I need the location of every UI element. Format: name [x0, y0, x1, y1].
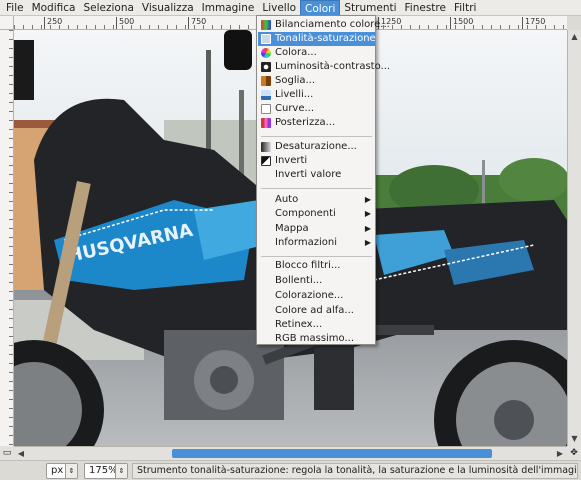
menu-item-componenti[interactable]: Componenti ▶ — [258, 207, 375, 221]
chevron-updown-icon[interactable]: ⇕ — [65, 464, 77, 478]
menu-finestre[interactable]: Finestre — [401, 0, 450, 16]
menu-item-luminosita-contrasto[interactable]: Luminosità-contrasto... — [258, 60, 390, 74]
menu-item-informazioni[interactable]: Informazioni ▶ — [258, 236, 375, 250]
submenu-arrow-icon: ▶ — [364, 238, 371, 247]
curves-icon — [261, 104, 271, 114]
vertical-scrollbar[interactable]: ▲ ▼ — [567, 30, 581, 446]
desaturate-icon — [261, 142, 271, 152]
menu-item-label: Componenti — [275, 208, 336, 219]
menu-item-soglia[interactable]: Soglia... — [258, 74, 375, 88]
menu-item-label: Posterizza... — [275, 117, 336, 128]
menu-item-desaturazione[interactable]: Desaturazione... — [258, 140, 375, 154]
menu-item-label: Mappa — [275, 223, 309, 234]
brightness-contrast-icon — [261, 62, 271, 72]
menu-item-inverti-valore[interactable]: Inverti valore — [258, 168, 375, 182]
menu-file[interactable]: File — [2, 0, 28, 16]
menu-item-label: Desaturazione... — [275, 141, 357, 152]
submenu-arrow-icon: ▶ — [364, 224, 371, 233]
posterize-icon — [261, 118, 271, 128]
zoom-value: 175% — [89, 465, 118, 476]
menu-item-label: Soglia... — [275, 75, 316, 86]
menu-seleziona[interactable]: Seleziona — [79, 0, 137, 16]
ruler-corner[interactable] — [0, 16, 14, 30]
menu-item-label: Colore ad alfa... — [275, 305, 354, 316]
menu-separator — [261, 256, 372, 257]
statusbar: px ⇕ 175% ⇕ Strumento tonalità-saturazio… — [0, 460, 581, 480]
menu-item-retinex[interactable]: Retinex... — [258, 318, 375, 332]
menu-item-label: RGB massimo... — [275, 333, 355, 344]
menu-strumenti[interactable]: Strumenti — [340, 0, 400, 16]
menu-filtri[interactable]: Filtri — [450, 0, 480, 16]
invert-icon — [261, 156, 271, 166]
menu-colori[interactable]: Colori — [300, 0, 341, 16]
menu-item-label: Colorazione... — [275, 290, 344, 301]
submenu-arrow-icon: ▶ — [364, 195, 371, 204]
menu-item-label: Inverti valore — [275, 169, 342, 180]
colorize-icon — [261, 48, 271, 58]
menu-item-label: Auto — [275, 194, 299, 205]
menu-item-label: Colora... — [275, 47, 317, 58]
menu-item-label: Bilanciamento colore... — [275, 19, 390, 30]
menu-visualizza[interactable]: Visualizza — [138, 0, 198, 16]
menu-item-label: Retinex... — [275, 319, 323, 330]
menu-item-mappa[interactable]: Mappa ▶ — [258, 222, 375, 236]
menu-separator — [261, 188, 372, 189]
menu-item-label: Bollenti... — [275, 275, 323, 286]
menu-livello[interactable]: Livello — [258, 0, 300, 16]
unit-value: px — [51, 465, 64, 476]
status-message: Strumento tonalità-saturazione: regola l… — [132, 463, 578, 479]
horizontal-scroll-thumb[interactable] — [172, 449, 492, 458]
colors-menu: Bilanciamento colore... Tonalità-saturaz… — [256, 15, 390, 346]
menu-item-label: Informazioni — [275, 237, 337, 248]
menu-item-posterizza[interactable]: Posterizza... — [258, 116, 375, 130]
menu-immagine[interactable]: Immagine — [198, 0, 259, 16]
menu-item-label: Curve... — [275, 103, 315, 114]
horizontal-scrollbar[interactable]: ◀ ▶ — [14, 446, 567, 460]
menu-item-label: Tonalità-saturazione — [275, 33, 376, 44]
menu-item-tonalita-saturazione[interactable]: Tonalità-saturazione — [258, 32, 376, 46]
scroll-up-icon[interactable]: ▲ — [568, 30, 581, 44]
menu-item-colora[interactable]: Colora... — [258, 46, 375, 60]
menu-item-auto[interactable]: Auto ▶ — [258, 193, 375, 207]
scroll-left-icon[interactable]: ◀ — [14, 447, 28, 460]
submenu-arrow-icon: ▶ — [364, 209, 371, 218]
scroll-right-icon[interactable]: ▶ — [553, 447, 567, 460]
ruler-ticks — [9, 30, 13, 446]
threshold-icon — [261, 76, 271, 86]
vertical-ruler[interactable] — [0, 30, 14, 446]
menu-item-label: Inverti — [275, 155, 308, 166]
menu-item-curve[interactable]: Curve... — [258, 102, 375, 116]
levels-icon — [261, 90, 271, 100]
menu-item-colorazione[interactable]: Colorazione... — [258, 289, 375, 303]
menu-item-blocco-filtri[interactable]: Blocco filtri... — [258, 259, 375, 273]
menu-item-colore-ad-alfa[interactable]: Colore ad alfa... — [258, 304, 375, 318]
menu-modifica[interactable]: Modifica — [28, 0, 80, 16]
chevron-updown-icon[interactable]: ⇕ — [115, 464, 127, 478]
menu-item-inverti[interactable]: Inverti — [258, 154, 375, 168]
color-balance-icon — [261, 20, 271, 30]
menu-item-label: Blocco filtri... — [275, 260, 341, 271]
menu-separator — [261, 136, 372, 137]
menu-item-bilanciamento-colore[interactable]: Bilanciamento colore... — [258, 18, 390, 32]
unit-selector[interactable]: px ⇕ — [46, 463, 78, 479]
menu-item-bollenti[interactable]: Bollenti... — [258, 274, 375, 288]
menu-item-rgb-massimo[interactable]: RGB massimo... — [258, 332, 375, 346]
zoom-selector[interactable]: 175% ⇕ — [84, 463, 128, 479]
menu-item-livelli[interactable]: Livelli... — [258, 88, 375, 102]
menubar: File Modifica Seleziona Visualizza Immag… — [0, 0, 581, 16]
menu-item-label: Livelli... — [275, 89, 314, 100]
navigate-icon[interactable]: ✥ — [567, 446, 581, 460]
quick-mask-icon[interactable]: ▭ — [0, 446, 14, 460]
menu-item-label: Luminosità-contrasto... — [275, 61, 391, 72]
scroll-down-icon[interactable]: ▼ — [568, 432, 581, 446]
hue-saturation-icon — [261, 34, 271, 44]
